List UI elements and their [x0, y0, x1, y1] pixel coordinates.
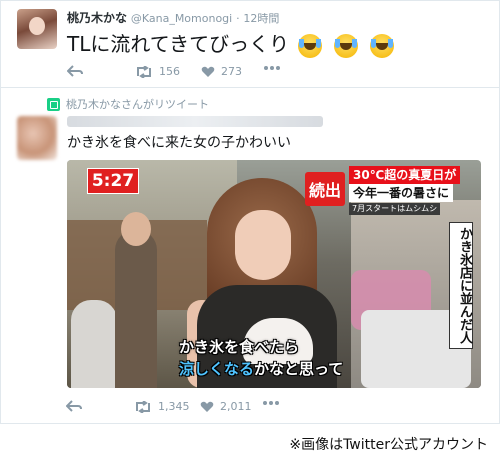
subtitle-line-1: かき氷を食べたら — [179, 338, 300, 356]
tears-of-joy-icon — [297, 34, 322, 59]
subtitle-line-2: 涼しくなるかなと思って — [179, 358, 343, 379]
retweet-icon — [137, 65, 151, 78]
headline-line-1: 30℃超の真夏日が — [349, 166, 461, 184]
like-count: 2,011 — [220, 400, 252, 413]
tweet-text: TLに流れてきてびっくり — [67, 28, 401, 59]
avatar[interactable] — [17, 116, 57, 160]
user-handle[interactable]: @Kana_Momonogi — [131, 12, 232, 25]
reply-button[interactable] — [66, 400, 82, 412]
person-standing — [115, 230, 157, 388]
like-button[interactable]: 2,011 — [200, 400, 252, 413]
reply-button[interactable] — [67, 65, 83, 77]
subtitle-highlight: 涼しくなる — [179, 360, 255, 378]
tweet-card[interactable]: 桃乃木かな @Kana_Momonogi · 12時間 TLに流れてきてびっくり… — [0, 0, 500, 88]
like-count: 273 — [221, 65, 242, 78]
headline-tag: 続出 — [305, 172, 345, 206]
media-photo[interactable]: 5:27 続出 30℃超の真夏日が 今年一番の暑さに 7月スタートはムシムシ か… — [67, 160, 481, 388]
like-button[interactable]: 273 — [201, 65, 242, 78]
tweet-header: 桃乃木かな @Kana_Momonogi · 12時間 — [67, 9, 279, 26]
timestamp[interactable]: 12時間 — [243, 12, 279, 25]
blurred-user-header — [67, 116, 323, 127]
subtitle-rest: かなと思って — [254, 360, 344, 378]
more-button[interactable] — [263, 65, 281, 71]
reply-icon — [67, 65, 83, 77]
more-button[interactable] — [262, 400, 280, 406]
avatar[interactable] — [17, 9, 57, 49]
person-seated — [71, 300, 117, 388]
tears-of-joy-icon — [370, 34, 395, 59]
emoji-group — [297, 33, 401, 59]
more-dots-icon — [263, 401, 279, 405]
reply-icon — [66, 400, 82, 412]
tweet-text: かき氷を食べに来た女の子かわいい — [67, 135, 291, 151]
heart-icon — [201, 66, 215, 77]
retweet-button[interactable]: 1,345 — [134, 400, 190, 413]
tears-of-joy-icon — [333, 34, 358, 59]
girl-face — [235, 210, 291, 280]
news-headline: 続出 30℃超の真夏日が 今年一番の暑さに 7月スタートはムシムシ — [305, 164, 481, 216]
person-standing-head — [121, 212, 151, 246]
retweet-count: 1,345 — [158, 400, 190, 413]
tweet-card[interactable]: 桃乃木かなさんがリツイート かき氷を食べに来た女の子かわいい 5:27 続出 3… — [0, 88, 500, 424]
separator-dot: · — [236, 12, 240, 25]
retweet-icon — [47, 97, 60, 111]
retweet-notice-text[interactable]: 桃乃木かなさんがリツイート — [66, 96, 209, 112]
retweet-button[interactable]: 156 — [135, 65, 180, 78]
retweet-count: 156 — [159, 65, 180, 78]
retweet-icon — [136, 400, 150, 413]
tweet-body: TLに流れてきてびっくり — [67, 32, 290, 56]
retweet-notice: 桃乃木かなさんがリツイート — [47, 96, 209, 112]
time-badge: 5:27 — [87, 168, 139, 194]
more-dots-icon — [264, 66, 280, 70]
display-name[interactable]: 桃乃木かな — [67, 11, 127, 25]
vertical-caption: かき氷店に並んだ人 — [449, 222, 473, 349]
headline-sub: 7月スタートはムシムシ — [349, 203, 441, 215]
source-note: ※画像はTwitter公式アカウント — [289, 437, 488, 453]
headline-line-2: 今年一番の暑さに — [349, 184, 454, 202]
heart-icon — [200, 401, 214, 412]
